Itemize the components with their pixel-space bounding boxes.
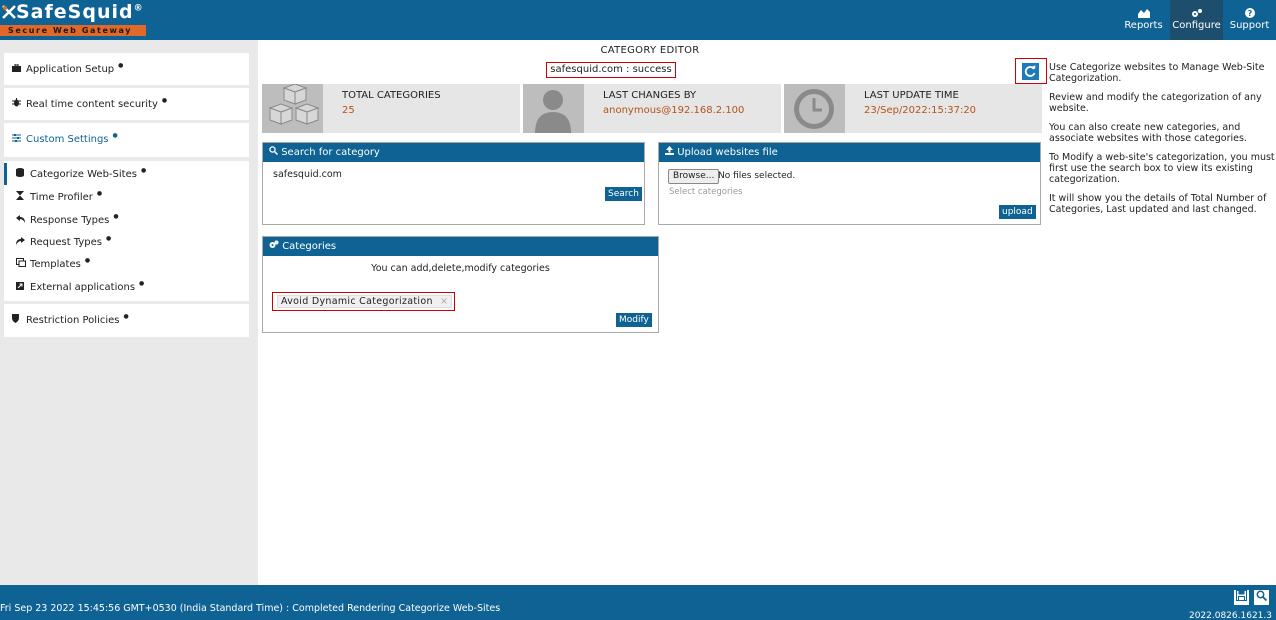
search-input[interactable]: safesquid.com (273, 169, 342, 180)
refresh-icon (1022, 63, 1039, 80)
status-bar-message: Fri Sep 23 2022 15:45:56 GMT+0530 (India… (0, 603, 501, 614)
stat-label: LAST UPDATE TIME (864, 90, 959, 101)
support-icon: ? (1223, 8, 1276, 20)
search-icon[interactable] (1254, 590, 1269, 605)
info-icon[interactable]: ● (113, 213, 118, 220)
logo-cross-icon (2, 5, 16, 19)
browse-button[interactable]: Browse... (668, 169, 720, 184)
database-icon (16, 168, 30, 180)
sidebar-item-restriction-policies[interactable]: Restriction Policies ● (4, 309, 249, 333)
sidebar-block-restriction: Restriction Policies ● (4, 304, 249, 337)
search-panel-header: Search for category (263, 143, 644, 162)
top-bar: SafeSquid® Secure Web Gateway Reports Co… (0, 0, 1276, 40)
save-icon[interactable] (1234, 590, 1249, 605)
sidebar-block-application-setup: Application Setup ● (4, 53, 249, 85)
nav-configure[interactable]: Configure (1170, 0, 1223, 40)
cogs-icon (269, 240, 282, 252)
categories-description: You can add,delete,modify categories (371, 263, 550, 274)
stat-value: 25 (342, 105, 355, 116)
stat-label: TOTAL CATEGORIES (342, 90, 441, 101)
bug-icon (12, 93, 26, 117)
reply-icon (16, 214, 30, 226)
page-title: CATEGORY EDITOR (600, 45, 700, 56)
help-paragraph: Review and modify the categorization of … (1049, 92, 1262, 114)
help-paragraph: To Modify a web-site's categorization, y… (1049, 152, 1275, 185)
sidebar-item-templates[interactable]: Templates ● (4, 253, 249, 275)
sidebar: Application Setup ● Real time content se… (0, 40, 258, 585)
refresh-button[interactable] (1015, 58, 1047, 84)
sidebar-item-categorize-web-sites[interactable]: Categorize Web-Sites ● (4, 163, 249, 185)
sidebar-item-realtime-content-security[interactable]: Real time content security ● (4, 93, 249, 117)
stat-last-update-time: LAST UPDATE TIME 23/Sep/2022:15:37:20 (784, 84, 1042, 133)
info-icon[interactable]: ● (141, 167, 146, 174)
upload-panel: Upload websites file Browse... No files … (658, 142, 1041, 225)
hourglass-icon (16, 191, 30, 203)
sidebar-item-time-profiler[interactable]: Time Profiler ● (4, 186, 249, 208)
categories-panel: Categories You can add,delete,modify cat… (262, 236, 659, 333)
stat-value: 23/Sep/2022:15:37:20 (864, 105, 977, 116)
info-icon[interactable]: ● (85, 257, 90, 264)
configure-icon (1170, 8, 1223, 20)
stat-total-categories: TOTAL CATEGORIES 25 (262, 83, 520, 133)
search-panel: Search for category safesquid.com Search (262, 142, 645, 225)
upload-button[interactable]: upload (999, 205, 1036, 219)
clock-icon (784, 84, 845, 133)
categories-panel-header: Categories (263, 237, 658, 256)
info-icon[interactable]: ● (162, 89, 167, 113)
sidebar-item-custom-settings[interactable]: Custom Settings ● (4, 128, 249, 152)
sidebar-item-response-types[interactable]: Response Types ● (4, 209, 249, 231)
category-tag: Avoid Dynamic Categorization × (277, 295, 453, 308)
category-tag-input[interactable]: Avoid Dynamic Categorization × (272, 292, 455, 311)
sidebar-block-custom-settings: Custom Settings ● (4, 123, 249, 157)
info-icon[interactable]: ● (139, 280, 144, 287)
briefcase-icon (12, 58, 26, 82)
nav-support[interactable]: ? Support (1223, 0, 1276, 40)
info-icon[interactable]: ● (118, 54, 123, 78)
user-icon (523, 84, 584, 133)
shield-icon (12, 309, 26, 333)
stat-label: LAST CHANGES BY (603, 90, 697, 101)
logo-tagline: Secure Web Gateway (0, 25, 146, 36)
stat-value: anonymous@192.168.2.100 (603, 105, 745, 116)
sidebar-item-application-setup[interactable]: Application Setup ● (4, 58, 249, 82)
tag-remove-icon[interactable]: × (440, 296, 448, 307)
templates-icon (16, 258, 30, 270)
status-message: safesquid.com : success (546, 62, 676, 78)
cubes-icon (262, 83, 323, 133)
stat-last-changes-by: LAST CHANGES BY anonymous@192.168.2.100 (523, 84, 781, 133)
search-button[interactable]: Search (605, 187, 642, 201)
upload-panel-header: Upload websites file (659, 143, 1040, 162)
external-icon (16, 281, 30, 293)
info-icon[interactable]: ● (106, 235, 111, 242)
svg-text:?: ? (1247, 9, 1252, 18)
help-paragraph: It will show you the details of Total Nu… (1049, 193, 1267, 215)
info-icon[interactable]: ● (124, 305, 129, 329)
status-bar: Fri Sep 23 2022 15:45:56 GMT+0530 (India… (0, 585, 1276, 620)
select-categories-input[interactable]: Select categories (669, 187, 742, 197)
reports-icon (1117, 8, 1170, 20)
help-panel: Use Categorize websites to Manage Web-Si… (1049, 62, 1275, 223)
sliders-icon (12, 128, 26, 152)
top-nav: Reports Configure ? Support (1117, 0, 1276, 40)
share-icon (16, 236, 30, 248)
info-icon[interactable]: ● (97, 190, 102, 197)
info-icon[interactable]: ● (113, 124, 118, 148)
help-paragraph: You can also create new categories, and … (1049, 122, 1247, 144)
version-label: 2022.0826.1621.3 (1188, 611, 1272, 620)
sidebar-item-external-applications[interactable]: External applications ● (4, 276, 249, 298)
main-content: CATEGORY EDITOR safesquid.com : success … (258, 40, 1047, 585)
upload-icon (665, 146, 677, 158)
modify-button[interactable]: Modify (616, 313, 652, 327)
nav-reports[interactable]: Reports (1117, 0, 1170, 40)
logo[interactable]: SafeSquid® Secure Web Gateway (0, 0, 150, 40)
logo-brand: SafeSquid® (16, 1, 144, 23)
help-paragraph: Use Categorize websites to Manage Web-Si… (1049, 62, 1265, 84)
file-status: No files selected. (718, 171, 796, 181)
search-icon (269, 146, 281, 158)
sidebar-item-request-types[interactable]: Request Types ● (4, 231, 249, 253)
sidebar-block-realtime: Real time content security ● (4, 88, 249, 120)
